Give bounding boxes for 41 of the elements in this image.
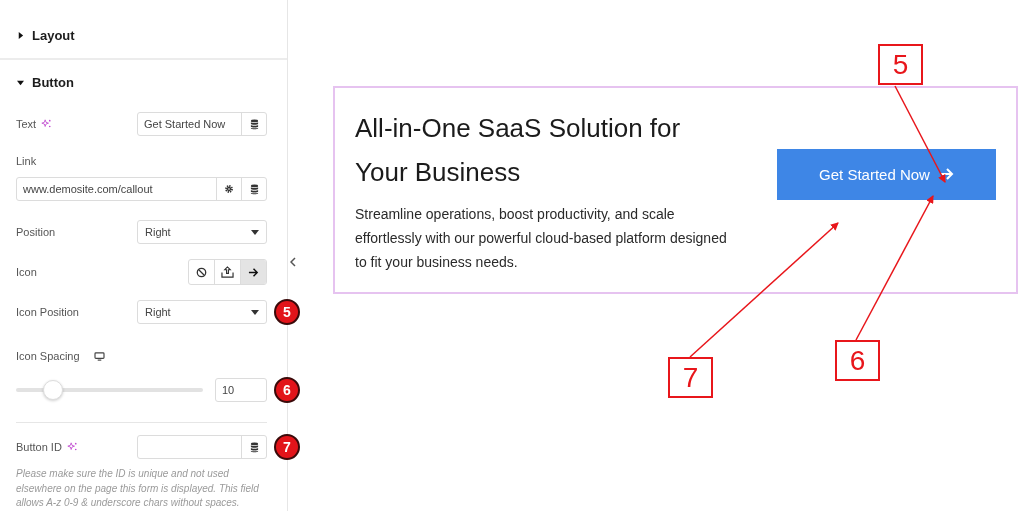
field-label: Text bbox=[16, 118, 37, 130]
step-badge: 7 bbox=[274, 434, 300, 460]
arrow-right-icon bbox=[939, 167, 954, 181]
database-icon bbox=[249, 441, 259, 453]
cta-button[interactable]: Get Started Now bbox=[777, 148, 996, 200]
slider-track[interactable] bbox=[16, 380, 203, 400]
slider-thumb[interactable] bbox=[43, 380, 64, 400]
field-label: Icon Position bbox=[16, 306, 79, 318]
field-label: Link bbox=[16, 155, 38, 167]
field-label: Position bbox=[16, 226, 56, 238]
upload-icon bbox=[221, 266, 234, 278]
select-field[interactable]: Right bbox=[137, 220, 267, 244]
step-badge: 6 bbox=[274, 377, 300, 403]
database-icon bbox=[249, 118, 259, 130]
callout-description: Streamline operations, boost productivity, and scale effortlessly with our powerful cloud-based platform designed to fit your business needs. bbox=[355, 205, 728, 272]
section-header[interactable]: Button bbox=[0, 60, 287, 104]
dropdown-caret-icon bbox=[251, 309, 259, 315]
section-header[interactable]: Layout bbox=[0, 12, 287, 58]
ban-icon bbox=[196, 266, 207, 278]
select-field[interactable]: Right bbox=[137, 300, 267, 324]
link-field[interactable]: www.demosite.com/callout bbox=[16, 177, 267, 201]
field-label: Icon Spacing bbox=[16, 350, 80, 362]
text-field[interactable] bbox=[137, 435, 267, 459]
settings-icon[interactable] bbox=[224, 184, 234, 194]
text-field[interactable]: Get Started Now bbox=[137, 112, 267, 136]
number-field[interactable]: 10 bbox=[215, 378, 267, 402]
step-badge: 5 bbox=[274, 299, 300, 325]
arrow-right-icon bbox=[248, 266, 259, 278]
database-icon bbox=[249, 183, 259, 195]
annotation-label: 5 bbox=[878, 44, 923, 85]
annotation-label: 7 bbox=[668, 357, 713, 398]
caret-icon bbox=[17, 31, 24, 39]
dropdown-caret-icon bbox=[251, 229, 259, 235]
help-text: Please make sure the ID is unique and not used elsewhere on the page this form is displayed. This field allows A-z 0-9 & underscore chars without spaces. bbox=[16, 467, 260, 510]
callout-title: All-in-One SaaS Solution for Your Business bbox=[355, 112, 682, 189]
field-label: Button ID bbox=[16, 441, 62, 453]
caret-icon bbox=[17, 78, 24, 86]
icon-option[interactable] bbox=[240, 260, 266, 284]
collapse-chevron-icon[interactable] bbox=[290, 257, 296, 267]
field-label: Icon bbox=[16, 266, 37, 278]
annotation-label: 6 bbox=[835, 340, 880, 381]
